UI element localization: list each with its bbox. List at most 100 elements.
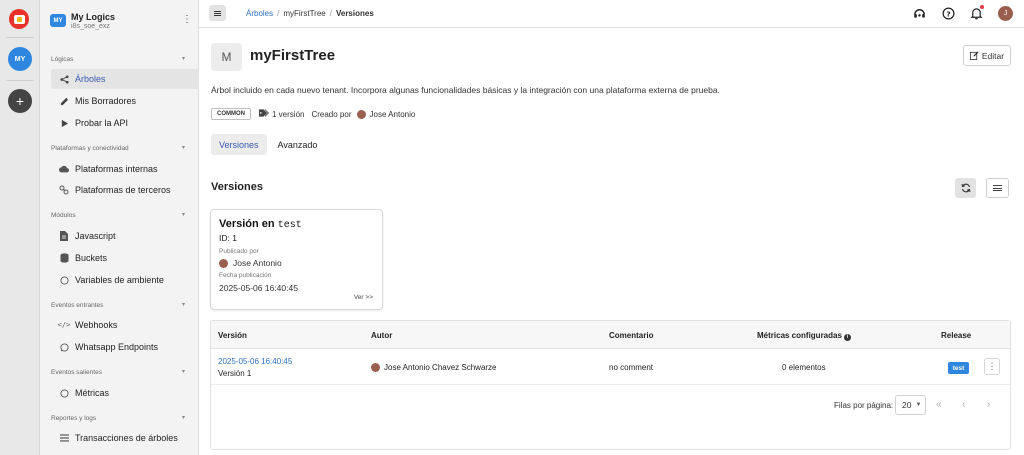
sidebar-item-label: Transacciones de árboles xyxy=(75,433,178,443)
view-more-link[interactable]: Ver >> xyxy=(354,294,373,301)
cloud-icon xyxy=(59,164,69,174)
created-by-name: Jose Antonio xyxy=(369,109,416,119)
filter-button[interactable] xyxy=(986,178,1009,198)
first-page-button[interactable]: « xyxy=(936,399,942,410)
hamburger-icon xyxy=(214,10,221,16)
prev-page-button[interactable]: ‹ xyxy=(962,399,965,410)
next-page-button[interactable]: › xyxy=(987,399,990,410)
user-avatar[interactable]: J xyxy=(998,6,1013,21)
kebab-menu-icon[interactable]: ⋮ xyxy=(182,14,192,26)
sidebar-item-label: Buckets xyxy=(75,253,108,263)
section-title-plataformas[interactable]: Plataformas y conectividad ▾ xyxy=(51,145,185,152)
support-icon[interactable] xyxy=(913,7,926,20)
section-title-modulos[interactable]: Módulos ▾ xyxy=(51,212,185,219)
org-badge: MY xyxy=(50,14,66,27)
share-icon xyxy=(59,74,69,84)
chevron-down-icon: ▾ xyxy=(181,145,185,151)
version-card-title: Versión en test xyxy=(219,218,302,231)
pagination: Filas por página: 20 ▼ « ‹ › xyxy=(211,395,1010,415)
org-id: i8s_soe_exz xyxy=(71,23,110,30)
section-title-logicas[interactable]: Lógicas ▾ xyxy=(51,56,185,63)
section-title-reportes[interactable]: Reportes y logs ▾ xyxy=(51,415,185,422)
column-header-version[interactable]: Versión xyxy=(218,331,247,340)
notification-dot xyxy=(980,5,984,9)
file-icon xyxy=(59,231,69,241)
column-header-metrics[interactable]: Métricas configuradas i xyxy=(757,331,851,341)
avatar xyxy=(371,363,380,372)
play-icon xyxy=(59,118,69,128)
section-title-eventos-entrantes[interactable]: Eventos entrantes ▾ xyxy=(51,302,185,309)
published-by-label: Publicado por xyxy=(219,248,259,255)
sidebar-item-label: Probar la API xyxy=(75,118,129,128)
section-title-eventos-salientes[interactable]: Eventos salientes ▾ xyxy=(51,369,185,376)
version-card[interactable]: Versión en test ID: 1 Publicado por Jose… xyxy=(210,209,383,310)
top-bar: Árboles / myFirstTree / Versiones ? J xyxy=(199,0,1024,28)
add-workspace-button[interactable]: + xyxy=(8,89,32,113)
svg-text:?: ? xyxy=(946,9,950,18)
menu-toggle-button[interactable] xyxy=(209,5,226,21)
sidebar-item-label: Métricas xyxy=(75,388,110,398)
column-header-release[interactable]: Release xyxy=(941,331,971,340)
edit-icon xyxy=(969,51,979,60)
author-cell: Jose Antonio Chavez Schwarze xyxy=(371,363,497,372)
avatar xyxy=(356,109,366,119)
sidebar-item-label: Whatsapp Endpoints xyxy=(75,342,159,352)
version-number: Versión 1 xyxy=(218,369,252,378)
metrics-cell: 0 elementos xyxy=(782,363,826,372)
database-icon xyxy=(59,253,69,263)
chevron-down-icon: ▾ xyxy=(181,415,185,421)
list-icon xyxy=(59,433,69,443)
main-content: M myFirstTree Editar Árbol incluido en c… xyxy=(199,28,1024,455)
refresh-button[interactable] xyxy=(955,178,976,198)
table-row[interactable]: 2025-05-06 16:40:45 Versión 1 Jose Anton… xyxy=(211,349,1010,385)
rows-per-page-label: Filas por página: xyxy=(834,401,894,410)
tree-meta: COMMON 1 versión Creado por Jose Antonio xyxy=(211,107,415,121)
published-date: 2025-05-06 16:40:45 xyxy=(219,283,298,293)
breadcrumb-arboles[interactable]: Árboles xyxy=(246,9,273,18)
date-label: Fecha publicación xyxy=(219,272,272,279)
sidebar-item-label: Plataformas de terceros xyxy=(75,185,171,195)
rail-divider xyxy=(6,37,34,38)
sidebar-item-label: Árboles xyxy=(75,74,106,84)
breadcrumb-current: Versiones xyxy=(335,9,374,18)
published-by: Jose Antonio xyxy=(219,258,282,268)
release-badge: test xyxy=(948,362,969,374)
breadcrumb: Árboles / myFirstTree / Versiones xyxy=(246,9,374,18)
comment-cell: no comment xyxy=(609,363,654,372)
tree-description: Árbol incluido en cada nuevo tenant. Inc… xyxy=(211,85,720,95)
chevron-down-icon: ▾ xyxy=(181,56,185,62)
version-date-link[interactable]: 2025-05-06 16:40:45 xyxy=(218,357,292,366)
page-title: myFirstTree xyxy=(250,47,336,64)
chevron-down-icon: ▾ xyxy=(181,302,185,308)
chevron-down-icon: ▾ xyxy=(181,369,185,375)
edit-icon xyxy=(59,96,69,106)
circle-icon xyxy=(59,388,69,398)
column-header-author[interactable]: Autor xyxy=(371,331,392,340)
sidebar-item-label: Plataformas internas xyxy=(75,164,158,174)
tab-avanzado[interactable]: Avanzado xyxy=(270,134,326,155)
versions-count: 1 versión xyxy=(272,109,305,119)
info-icon[interactable]: i xyxy=(843,333,851,341)
sidebar-item-label: Mis Borradores xyxy=(75,96,137,106)
app-logo[interactable] xyxy=(9,9,29,29)
chevron-down-icon: ▾ xyxy=(181,212,185,218)
sidebar-item-label: Javascript xyxy=(75,231,116,241)
edit-button[interactable]: Editar xyxy=(963,45,1011,66)
versions-table: Versión Autor Comentario Métricas config… xyxy=(210,320,1011,450)
tags-icon xyxy=(259,109,269,119)
breadcrumb-tree[interactable]: myFirstTree xyxy=(283,9,325,18)
help-icon[interactable]: ? xyxy=(942,7,955,20)
row-menu-button[interactable]: ⋮ xyxy=(984,358,1000,375)
filter-icon xyxy=(993,185,1002,191)
column-header-comment[interactable]: Comentario xyxy=(609,331,653,340)
workspace-avatar[interactable]: MY xyxy=(8,47,32,71)
org-name: My Logics xyxy=(71,12,116,22)
org-switcher[interactable]: MY My Logics i8s_soe_exz ⋮ xyxy=(50,11,192,33)
caret-down-icon: ▼ xyxy=(915,402,922,408)
workspace-rail: MY + xyxy=(0,0,40,455)
tab-versiones[interactable]: Versiones xyxy=(211,134,267,155)
rail-divider xyxy=(6,80,34,81)
version-id: ID: 1 xyxy=(219,233,237,243)
code-icon: </> xyxy=(57,321,71,329)
rows-per-page-select[interactable]: 20 ▼ xyxy=(895,395,926,415)
